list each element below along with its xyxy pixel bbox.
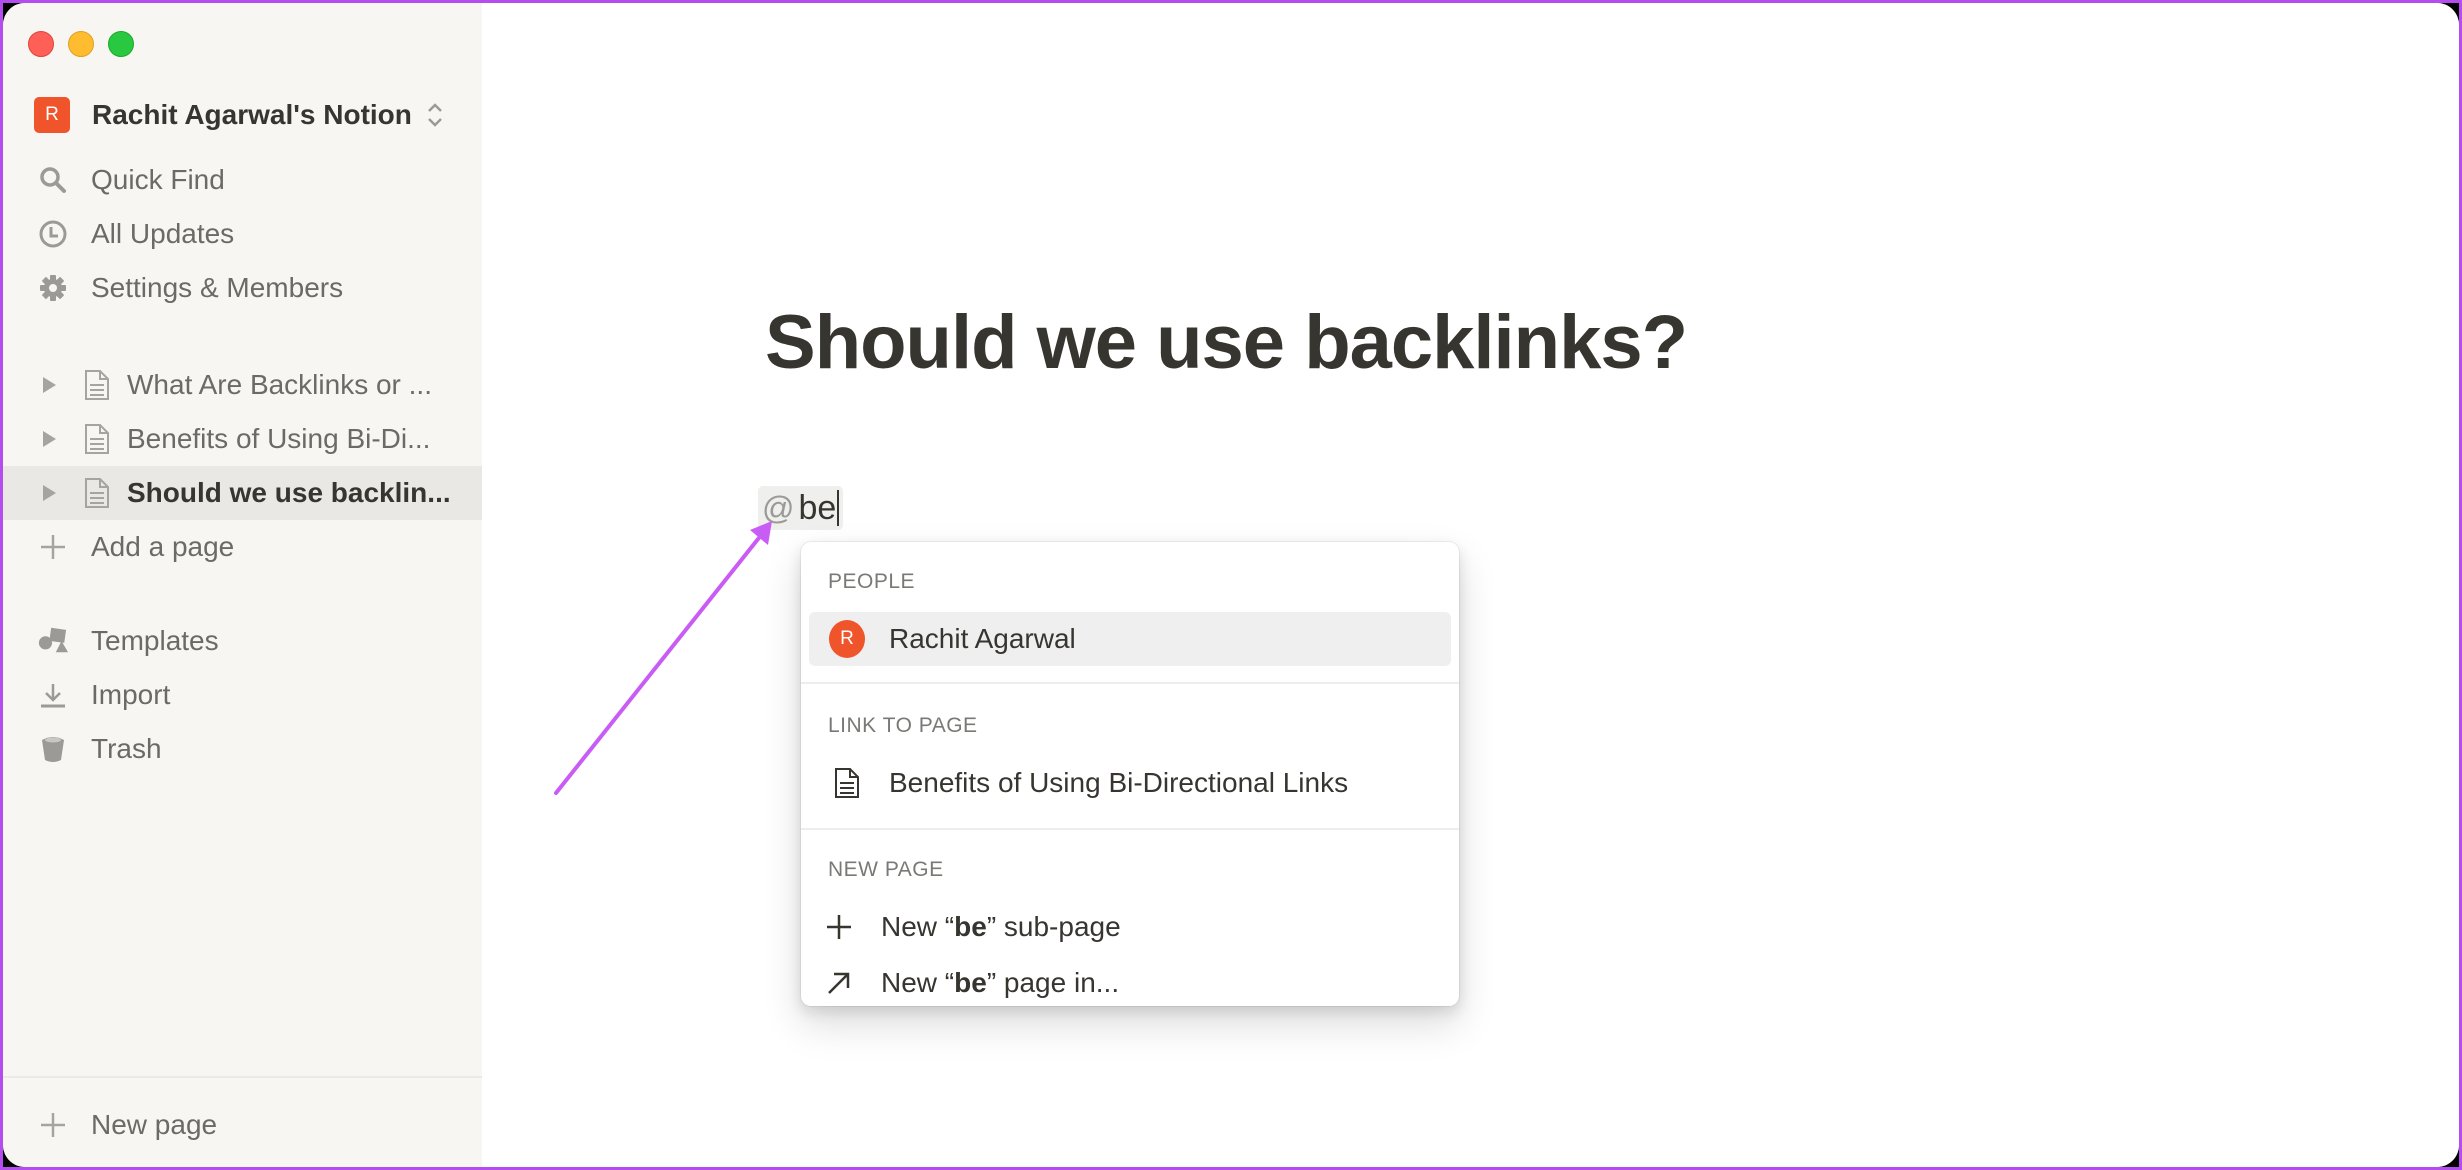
page-editor: Should we use backlinks? @ be PEOPLE R R… <box>482 3 2459 1167</box>
sidebar-item-quick-find[interactable]: Quick Find <box>3 153 482 207</box>
maximize-window-button[interactable] <box>108 31 134 57</box>
sidebar-item-import[interactable]: Import <box>3 668 482 722</box>
suggestion-label: Rachit Agarwal <box>889 623 1076 654</box>
page-icon <box>829 765 865 801</box>
suggestion-label: New “be” sub-page <box>881 911 1121 942</box>
sidebar-item-label: Templates <box>91 625 219 656</box>
page-title[interactable]: Should we use backlinks? <box>765 299 1688 386</box>
sidebar: R Rachit Agarwal's Notion Quick Find All… <box>3 3 482 1167</box>
sidebar-divider <box>3 1076 482 1078</box>
page-icon <box>81 369 113 401</box>
suggestion-label: Benefits of Using Bi-Directional Links <box>889 767 1349 798</box>
popup-divider <box>801 828 1459 830</box>
person-avatar: R <box>829 620 865 658</box>
text-cursor <box>837 490 840 526</box>
new-page-label: New page <box>91 1109 218 1140</box>
workspace-switcher[interactable]: R Rachit Agarwal's Notion <box>34 97 444 133</box>
sidebar-item-all-updates[interactable]: All Updates <box>3 207 482 261</box>
new-page-button[interactable]: New page <box>3 1098 482 1152</box>
sidebar-page-item[interactable]: Benefits of Using Bi-Di... <box>3 412 482 466</box>
mention-input[interactable]: @ be <box>758 486 844 530</box>
sidebar-item-trash[interactable]: Trash <box>3 722 482 776</box>
sidebar-page-item[interactable]: What Are Backlinks or ... <box>3 358 482 412</box>
sidebar-item-label: Trash <box>91 733 162 764</box>
section-header-people: PEOPLE <box>828 570 916 593</box>
sidebar-item-settings[interactable]: Settings & Members <box>3 261 482 315</box>
expand-toggle-icon[interactable] <box>43 431 56 447</box>
sidebar-page-item-selected[interactable]: Should we use backlin... <box>3 466 482 520</box>
sidebar-page-label: What Are Backlinks or ... <box>127 369 432 400</box>
section-header-link-to-page: LINK TO PAGE <box>828 714 978 737</box>
mention-suggestions-popup: PEOPLE R Rachit Agarwal LINK TO PAGE Ben… <box>801 542 1459 1006</box>
sidebar-item-label: All Updates <box>91 218 235 249</box>
suggestion-link-page[interactable]: Benefits of Using Bi-Directional Links <box>809 756 1451 810</box>
sidebar-page-label: Should we use backlin... <box>127 477 451 508</box>
plus-icon <box>37 531 69 563</box>
app-window: R Rachit Agarwal's Notion Quick Find All… <box>3 3 2459 1167</box>
expand-toggle-icon[interactable] <box>43 377 56 393</box>
minimize-window-button[interactable] <box>68 31 94 57</box>
page-icon <box>81 423 113 455</box>
import-icon <box>37 679 69 711</box>
mention-query: be <box>798 488 837 527</box>
sidebar-item-templates[interactable]: Templates <box>3 614 482 668</box>
plus-icon <box>821 909 857 945</box>
popup-divider <box>801 682 1459 684</box>
sidebar-item-label: Quick Find <box>91 164 225 195</box>
suggestion-person[interactable]: R Rachit Agarwal <box>809 612 1451 666</box>
workspace-name: Rachit Agarwal's Notion <box>92 99 412 130</box>
sidebar-item-label: Import <box>91 679 171 710</box>
plus-icon <box>37 1109 69 1141</box>
suggestion-new-subpage[interactable]: New “be” sub-page <box>809 900 1451 954</box>
gear-icon <box>37 272 69 304</box>
clock-icon <box>37 218 69 250</box>
suggestion-label: New “be” page in... <box>881 967 1120 998</box>
trash-icon <box>37 733 69 765</box>
expand-toggle-icon[interactable] <box>43 485 56 501</box>
at-symbol: @ <box>762 489 795 526</box>
sidebar-page-label: Benefits of Using Bi-Di... <box>127 423 431 454</box>
add-page-label: Add a page <box>91 531 235 562</box>
add-page-button[interactable]: Add a page <box>3 520 482 574</box>
sidebar-item-label: Settings & Members <box>91 272 344 303</box>
chevron-up-down-icon <box>426 101 444 129</box>
search-icon <box>37 164 69 196</box>
section-header-new-page: NEW PAGE <box>828 858 944 881</box>
workspace-avatar: R <box>34 97 70 133</box>
arrow-up-right-icon <box>821 965 857 1001</box>
templates-icon <box>37 625 69 657</box>
page-icon <box>81 477 113 509</box>
suggestion-new-page-in[interactable]: New “be” page in... <box>809 956 1451 1006</box>
close-window-button[interactable] <box>28 31 54 57</box>
